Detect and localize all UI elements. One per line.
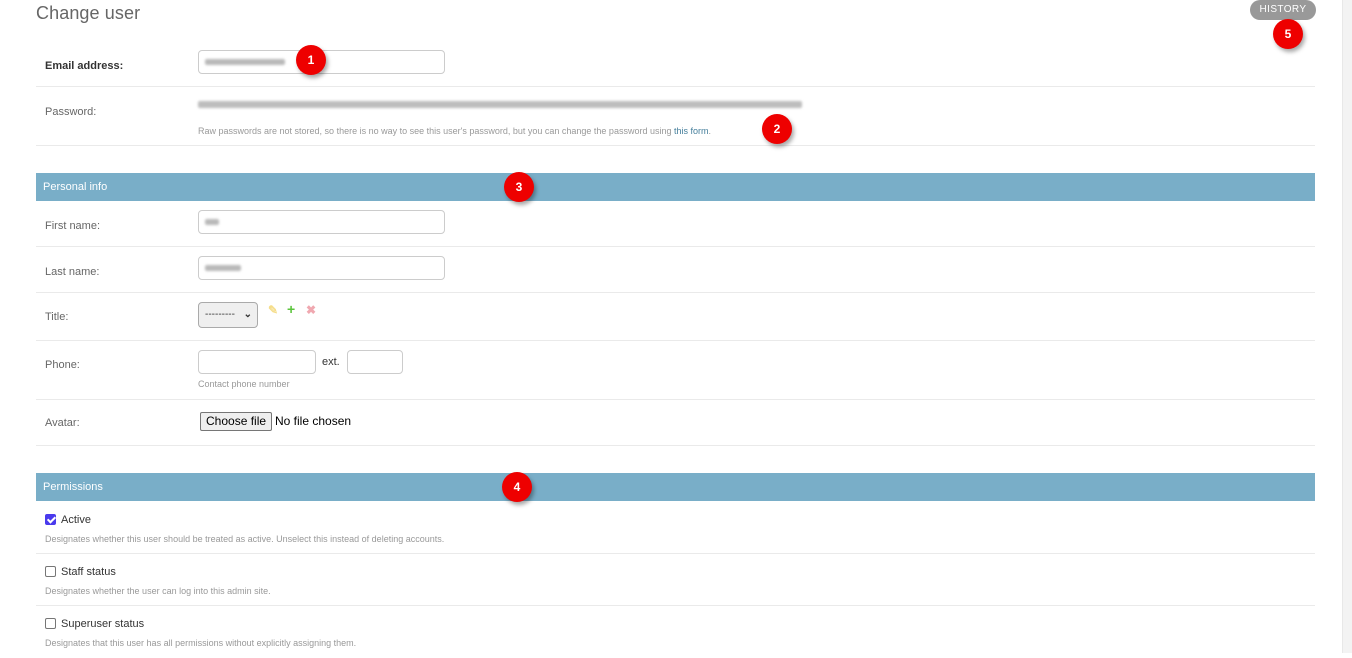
phone-input[interactable] — [198, 350, 316, 374]
annotation-badge-1: 1 — [296, 45, 326, 75]
choose-file-button[interactable]: Choose file — [200, 412, 273, 431]
last-name-input[interactable] — [198, 256, 445, 280]
staff-status-checkbox[interactable] — [45, 566, 56, 577]
phone-ext-input[interactable] — [347, 350, 403, 374]
history-button[interactable]: History — [1250, 0, 1316, 20]
permissions-header: Permissions — [36, 473, 1315, 501]
permission-active-row: Active Designates whether this user shou… — [36, 501, 1315, 554]
last-name-label: Last name: — [45, 266, 100, 278]
password-row: Password: Raw passwords are not stored, … — [36, 87, 1315, 146]
superuser-status-help: Designates that this user has all permis… — [45, 638, 357, 648]
phone-help: Contact phone number — [198, 379, 290, 389]
annotation-badge-2: 2 — [762, 114, 792, 144]
email-row: Email address: — [36, 40, 1315, 87]
avatar-label: Avatar: — [45, 417, 80, 429]
first-name-input[interactable] — [198, 210, 445, 234]
first-name-value-redacted — [205, 219, 219, 225]
email-value-redacted — [205, 59, 285, 65]
delete-x-icon[interactable]: ✖ — [306, 303, 316, 317]
file-status: No file chosen — [275, 414, 352, 428]
password-label: Password: — [45, 106, 97, 118]
add-plus-icon[interactable]: + — [287, 301, 295, 317]
email-label: Email address: — [45, 60, 124, 72]
active-label: Active — [61, 514, 91, 526]
permission-staff-row: Staff status Designates whether the user… — [36, 554, 1315, 606]
edit-pencil-icon[interactable]: ✎ — [268, 303, 278, 317]
first-name-label: First name: — [45, 220, 101, 232]
active-checkbox[interactable] — [45, 514, 56, 525]
superuser-status-label: Superuser status — [61, 618, 145, 630]
active-help: Designates whether this user should be t… — [45, 534, 445, 544]
change-password-link[interactable]: this form — [674, 126, 709, 136]
password-help: Raw passwords are not stored, so there i… — [198, 126, 712, 136]
first-name-row: First name: — [36, 201, 1315, 247]
phone-ext-label: ext. — [322, 356, 340, 368]
title-row: Title: --------- ⌄ ✎ + ✖ — [36, 293, 1315, 341]
staff-status-help: Designates whether the user can log into… — [45, 586, 271, 596]
avatar-row: Avatar: Choose file No file chosen — [36, 400, 1315, 446]
title-select[interactable]: --------- ⌄ — [198, 302, 258, 328]
chevron-down-icon: ⌄ — [243, 309, 252, 320]
last-name-value-redacted — [205, 265, 241, 271]
permission-superuser-row: Superuser status Designates that this us… — [36, 606, 1315, 658]
superuser-status-checkbox[interactable] — [45, 618, 56, 629]
last-name-row: Last name: — [36, 247, 1315, 293]
staff-status-label: Staff status — [61, 566, 116, 578]
annotation-badge-4: 4 — [502, 472, 532, 502]
password-hash-redacted — [198, 96, 802, 109]
annotation-badge-3: 3 — [504, 172, 534, 202]
phone-row: Phone: ext. Contact phone number — [36, 341, 1315, 400]
annotation-badge-5: 5 — [1273, 19, 1303, 49]
title-label: Title: — [45, 311, 69, 323]
personal-info-header: Personal info — [36, 173, 1315, 201]
page-scrollbar[interactable] — [1342, 0, 1352, 653]
phone-label: Phone: — [45, 359, 80, 371]
page-title: Change user — [36, 3, 141, 23]
